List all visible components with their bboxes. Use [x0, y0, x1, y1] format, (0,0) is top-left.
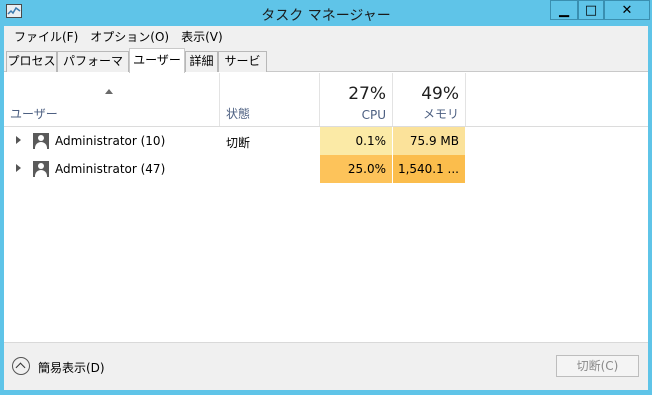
task-manager-window: タスク マネージャー ▁ □ ✕ ファイル(F) オプション(O) 表示(V) … — [0, 0, 652, 395]
tab-strip: プロセス パフォーマンス ユーザー 詳細 サービス — [4, 48, 648, 87]
column-label-status: 状態 — [226, 107, 251, 121]
tab-processes[interactable]: プロセス — [6, 51, 57, 72]
column-label-cpu: CPU — [361, 108, 386, 122]
column-header-memory[interactable]: 49% メモリ — [393, 73, 466, 126]
memory-total: 49% — [421, 84, 459, 104]
sort-ascending-icon — [105, 89, 113, 94]
users-table: ユーザー 状態 27% CPU 49% メモリ Administrator (1… — [4, 73, 648, 323]
fewer-details-link[interactable]: 簡易表示(D) — [38, 359, 105, 376]
column-label-memory: メモリ — [422, 107, 459, 121]
user-name: Administrator (47) — [55, 162, 166, 176]
tab-services[interactable]: サービス — [218, 51, 267, 87]
user-status: 切断 — [226, 136, 251, 150]
column-header-status[interactable]: 状態 — [220, 73, 320, 126]
column-header-cpu[interactable]: 27% CPU — [320, 73, 393, 126]
table-row[interactable]: Administrator (10) 切断 0.1% 75.9 MB — [4, 127, 648, 155]
column-label-user: ユーザー — [10, 107, 58, 121]
user-name: Administrator (10) — [55, 134, 166, 148]
memory-cell: 1,540.1 ... — [393, 155, 466, 183]
menu-file[interactable]: ファイル(F) — [8, 27, 84, 47]
table-row[interactable]: Administrator (47) 25.0% 1,540.1 ... — [4, 155, 648, 183]
column-header-user[interactable]: ユーザー — [4, 73, 220, 126]
expand-arrow-icon[interactable] — [16, 164, 21, 172]
user-avatar-icon — [33, 161, 49, 177]
maximize-button[interactable]: □ — [578, 0, 604, 20]
client-area: ファイル(F) オプション(O) 表示(V) プロセス パフォーマンス ユーザー… — [4, 26, 648, 390]
memory-cell: 75.9 MB — [393, 127, 466, 155]
user-avatar-icon — [33, 133, 49, 149]
title-bar[interactable]: タスク マネージャー ▁ □ ✕ — [0, 0, 652, 26]
close-button[interactable]: ✕ — [604, 0, 650, 20]
maximize-icon: □ — [584, 2, 598, 18]
minimize-icon: ▁ — [559, 2, 569, 18]
tab-users[interactable]: ユーザー — [129, 48, 185, 73]
expand-arrow-icon[interactable] — [16, 136, 21, 144]
minimize-button[interactable]: ▁ — [550, 0, 578, 20]
disconnect-button[interactable]: 切断(C) — [556, 355, 639, 377]
menu-bar: ファイル(F) オプション(O) 表示(V) — [4, 26, 648, 48]
menu-options[interactable]: オプション(O) — [84, 27, 175, 47]
tab-performance[interactable]: パフォーマンス — [57, 51, 129, 87]
close-icon: ✕ — [621, 2, 633, 18]
collapse-chevron-icon[interactable] — [12, 357, 30, 375]
menu-view[interactable]: 表示(V) — [175, 27, 229, 47]
cpu-cell: 0.1% — [320, 127, 393, 155]
cpu-total: 27% — [348, 84, 386, 104]
cpu-cell: 25.0% — [320, 155, 393, 183]
footer-bar: 簡易表示(D) 切断(C) — [4, 342, 648, 390]
tab-details[interactable]: 詳細 — [185, 51, 218, 72]
